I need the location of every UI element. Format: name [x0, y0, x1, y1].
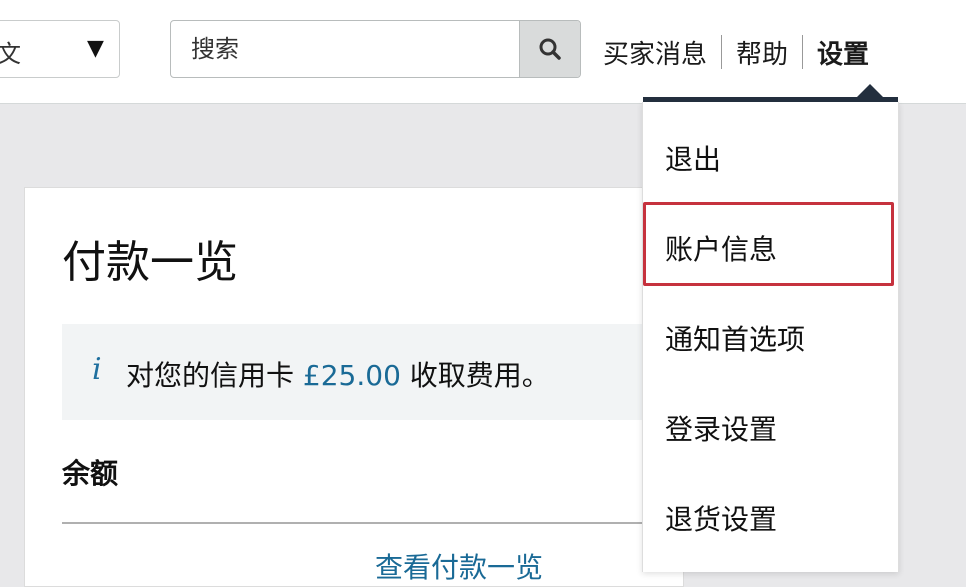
menu-item-logout[interactable]: 退出: [665, 138, 721, 178]
info-alert: i 对您的信用卡 £25.00 收取费用。: [62, 324, 662, 420]
top-bar: 文 ▼ 买家消息 帮助 设置: [0, 0, 966, 104]
language-select-text: 文: [0, 40, 21, 68]
nav-divider: [721, 35, 723, 69]
menu-item-return-settings[interactable]: 退货设置: [665, 498, 777, 538]
info-icon: i: [92, 352, 102, 387]
buyer-messages-link[interactable]: 买家消息: [603, 34, 707, 71]
settings-link[interactable]: 设置: [817, 34, 869, 71]
balance-heading: 余额: [62, 457, 119, 490]
chevron-down-icon: ▼: [87, 36, 104, 61]
search-box: [170, 20, 581, 78]
menu-item-login-settings[interactable]: 登录设置: [665, 408, 777, 448]
settings-dropdown-menu: 退出 账户信息 通知首选项 登录设置 退货设置: [642, 102, 899, 572]
payment-summary-card: 付款一览 i 对您的信用卡 £25.00 收取费用。 余额 查看付款一览: [24, 187, 684, 587]
top-nav: 买家消息 帮助 设置: [603, 32, 869, 72]
view-payments-link[interactable]: 查看付款一览: [375, 546, 543, 586]
alert-message: 对您的信用卡 £25.00 收取费用。: [126, 354, 550, 394]
menu-item-notification-preferences[interactable]: 通知首选项: [665, 318, 805, 358]
search-icon: [539, 38, 561, 60]
divider: [62, 522, 662, 524]
search-input[interactable]: [171, 21, 519, 77]
alert-text-before: 对您的信用卡: [126, 359, 303, 392]
alert-text-after: 收取费用。: [400, 359, 550, 392]
nav-divider: [802, 35, 804, 69]
language-select[interactable]: 文 ▼: [0, 20, 120, 78]
search-button[interactable]: [519, 21, 580, 77]
page-title: 付款一览: [62, 237, 238, 288]
charge-amount: £25.00: [302, 359, 401, 392]
menu-pointer: [856, 84, 884, 98]
help-link[interactable]: 帮助: [736, 34, 788, 71]
menu-item-account-info[interactable]: 账户信息: [665, 228, 777, 268]
